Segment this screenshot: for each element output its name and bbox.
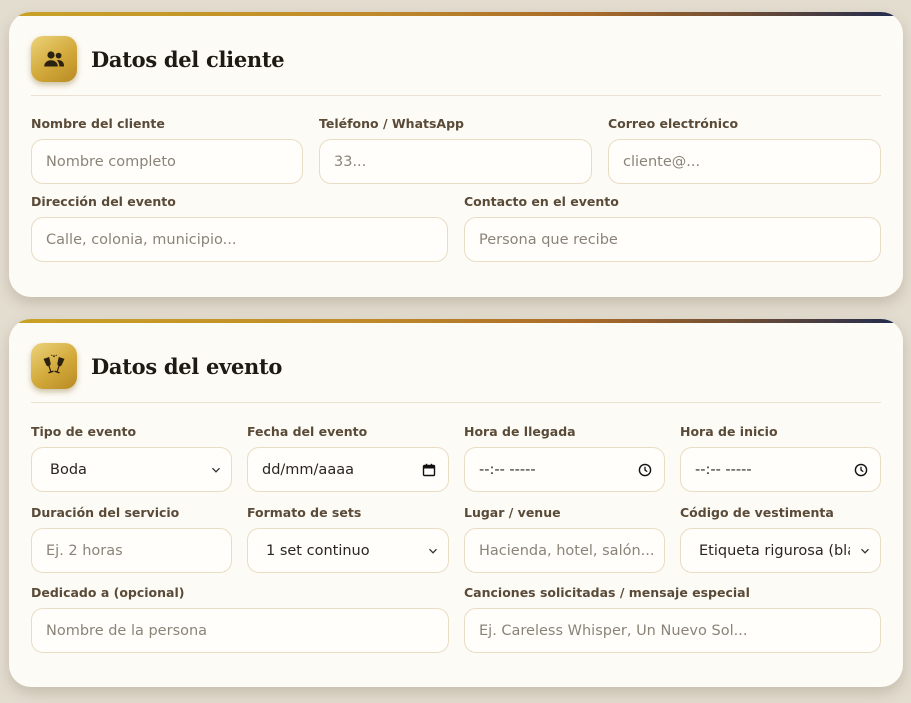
event-contact-label: Contacto en el evento (464, 194, 619, 209)
start-time-value: --:-- ----- (695, 461, 752, 478)
arrival-time-label: Hora de llegada (464, 424, 576, 439)
event-date-input[interactable]: dd/mm/aaaa (247, 447, 449, 492)
champagne-glasses-icon (31, 343, 77, 389)
event-date-field: Fecha del evento dd/mm/aaaa (247, 424, 449, 492)
arrival-time-field: Hora de llegada --:-- ----- (464, 424, 665, 492)
sets-format-field: Formato de sets 1 set continuo (247, 505, 449, 573)
client-email-field: Correo electrónico cliente@... (608, 116, 881, 184)
calendar-icon[interactable] (422, 463, 436, 477)
client-email-input[interactable]: cliente@... (608, 139, 881, 184)
event-type-label: Tipo de evento (31, 424, 137, 439)
chevron-down-icon (212, 467, 220, 473)
event-type-field: Tipo de evento Boda (31, 424, 232, 492)
event-type-value: Boda (50, 461, 87, 478)
sets-format-value: 1 set continuo (266, 542, 370, 559)
dedicated-to-label: Dedicado a (opcional) (31, 585, 185, 600)
sets-format-label: Formato de sets (247, 505, 362, 520)
song-requests-field: Canciones solicitadas / mensaje especial… (464, 585, 881, 653)
venue-field: Lugar / venue Hacienda, hotel, salón... (464, 505, 665, 573)
song-requests-label: Canciones solicitadas / mensaje especial (464, 585, 750, 600)
start-time-label: Hora de inicio (680, 424, 778, 439)
dress-code-field: Código de vestimenta Etiqueta rigurosa (… (680, 505, 881, 573)
start-time-field: Hora de inicio --:-- ----- (680, 424, 881, 492)
client-phone-field: Teléfono / WhatsApp 33... (319, 116, 592, 184)
dedicated-to-field: Dedicado a (opcional) Nombre de la perso… (31, 585, 449, 653)
clock-icon[interactable] (854, 463, 868, 477)
section-divider (31, 402, 881, 403)
dress-code-label: Código de vestimenta (680, 505, 834, 520)
client-section-title: Datos del cliente (91, 46, 285, 72)
event-section: Datos del evento Tipo de evento Boda Fec… (9, 319, 903, 687)
chevron-down-icon (429, 548, 437, 554)
arrival-time-value: --:-- ----- (479, 461, 536, 478)
venue-label: Lugar / venue (464, 505, 561, 520)
event-contact-field: Contacto en el evento Persona que recibe (464, 194, 881, 262)
event-section-header: Datos del evento (31, 343, 282, 389)
users-icon (31, 36, 77, 82)
event-address-label: Dirección del evento (31, 194, 176, 209)
client-email-label: Correo electrónico (608, 116, 739, 131)
client-name-input[interactable]: Nombre completo (31, 139, 303, 184)
event-contact-input[interactable]: Persona que recibe (464, 217, 881, 262)
service-duration-label: Duración del servicio (31, 505, 180, 520)
client-section-header: Datos del cliente (31, 36, 285, 82)
client-phone-input[interactable]: 33... (319, 139, 592, 184)
service-duration-field: Duración del servicio Ej. 2 horas (31, 505, 232, 573)
client-section: Datos del cliente Nombre del cliente Nom… (9, 12, 903, 297)
section-divider (31, 95, 881, 96)
venue-input[interactable]: Hacienda, hotel, salón... (464, 528, 665, 573)
event-address-input[interactable]: Calle, colonia, municipio... (31, 217, 448, 262)
event-date-value: dd/mm/aaaa (262, 461, 354, 478)
client-name-field: Nombre del cliente Nombre completo (31, 116, 303, 184)
event-date-label: Fecha del evento (247, 424, 368, 439)
dress-code-value: Etiqueta rigurosa (bla (699, 542, 850, 559)
sets-format-select[interactable]: 1 set continuo (247, 528, 449, 573)
start-time-input[interactable]: --:-- ----- (680, 447, 881, 492)
song-requests-input[interactable]: Ej. Careless Whisper, Un Nuevo Sol... (464, 608, 881, 653)
arrival-time-input[interactable]: --:-- ----- (464, 447, 665, 492)
client-name-label: Nombre del cliente (31, 116, 165, 131)
service-duration-input[interactable]: Ej. 2 horas (31, 528, 232, 573)
event-section-title: Datos del evento (91, 353, 283, 379)
dedicated-to-input[interactable]: Nombre de la persona (31, 608, 449, 653)
chevron-down-icon (861, 548, 869, 554)
event-address-field: Dirección del evento Calle, colonia, mun… (31, 194, 448, 262)
event-type-select[interactable]: Boda (31, 447, 232, 492)
client-phone-label: Teléfono / WhatsApp (319, 116, 464, 131)
dress-code-select[interactable]: Etiqueta rigurosa (bla (680, 528, 881, 573)
clock-icon[interactable] (638, 463, 652, 477)
